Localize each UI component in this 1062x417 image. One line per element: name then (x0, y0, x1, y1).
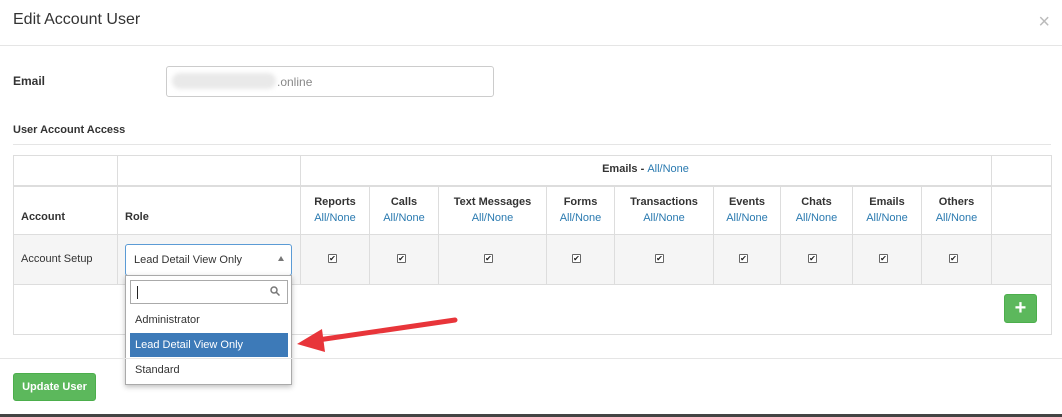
role-select-value: Lead Detail View Only (134, 254, 243, 266)
text-cursor (137, 286, 138, 299)
column-header-emails: Emails All/None (853, 194, 921, 226)
emails-group-header: Emails - All/None (300, 163, 991, 175)
role-select[interactable]: Lead Detail View Only (125, 244, 292, 276)
modal-header: Edit Account User × (0, 0, 1062, 46)
column-header-role: Role (125, 211, 149, 223)
column-header-others: Others All/None (922, 194, 991, 226)
column-all-none-link[interactable]: All/None (615, 210, 713, 226)
column-all-none-link[interactable]: All/None (853, 210, 921, 226)
role-option-standard[interactable]: Standard (130, 358, 288, 382)
reports-checkbox[interactable]: ✔ (328, 254, 337, 263)
column-label: Transactions (630, 196, 698, 208)
column-header-calls: Calls All/None (370, 194, 438, 226)
column-label: Calls (390, 196, 418, 208)
role-option-administrator[interactable]: Administrator (130, 308, 288, 332)
column-all-none-link[interactable]: All/None (714, 210, 780, 226)
column-header-forms: Forms All/None (547, 194, 614, 226)
column-label: Others (938, 196, 975, 208)
column-label: Text Messages (453, 196, 532, 208)
table-divider (13, 234, 1052, 235)
modal-title: Edit Account User (13, 11, 141, 28)
role-dropdown: Administrator Lead Detail View Only Stan… (125, 275, 292, 385)
section-divider (13, 144, 1051, 145)
transactions-checkbox[interactable]: ✔ (655, 254, 664, 263)
column-header-reports: Reports All/None (301, 194, 369, 226)
chevron-up-icon (278, 256, 284, 261)
calls-checkbox[interactable]: ✔ (397, 254, 406, 263)
forms-checkbox[interactable]: ✔ (572, 254, 581, 263)
column-all-none-link[interactable]: All/None (439, 210, 546, 226)
emails-group-all-none-link[interactable]: All/None (647, 163, 689, 175)
role-option-lead-detail-view-only[interactable]: Lead Detail View Only (130, 333, 288, 357)
column-all-none-link[interactable]: All/None (301, 210, 369, 226)
column-label: Forms (563, 196, 598, 208)
column-label: Chats (801, 196, 832, 208)
column-all-none-link[interactable]: All/None (781, 210, 852, 226)
text-messages-checkbox[interactable]: ✔ (484, 254, 493, 263)
footer-divider (0, 358, 1062, 359)
column-header-chats: Chats All/None (781, 194, 852, 226)
table-divider (991, 155, 992, 285)
add-row-button[interactable]: + (1004, 294, 1037, 323)
events-checkbox[interactable]: ✔ (739, 254, 748, 263)
account-name-cell: Account Setup (21, 253, 93, 265)
column-label: Reports (314, 196, 356, 208)
column-all-none-link[interactable]: All/None (370, 210, 438, 226)
update-user-button[interactable]: Update User (13, 373, 96, 401)
others-checkbox[interactable]: ✔ (949, 254, 958, 263)
column-label: Events (728, 196, 766, 208)
table-divider (117, 155, 118, 285)
chats-checkbox[interactable]: ✔ (808, 254, 817, 263)
search-icon (270, 286, 280, 296)
column-header-account: Account (21, 211, 65, 223)
column-header-transactions: Transactions All/None (615, 194, 713, 226)
section-heading-user-account-access: User Account Access (13, 124, 126, 136)
column-header-text-messages: Text Messages All/None (439, 194, 546, 226)
redacted-email-blur (172, 73, 276, 89)
column-header-events: Events All/None (714, 194, 780, 226)
column-label: Emails (869, 196, 905, 208)
column-all-none-link[interactable]: All/None (547, 210, 614, 226)
emails-group-label: Emails - (602, 163, 648, 175)
column-all-none-link[interactable]: All/None (922, 210, 991, 226)
email-label: Email (13, 74, 46, 88)
emails-checkbox[interactable]: ✔ (879, 254, 888, 263)
table-divider (13, 186, 1052, 187)
close-icon[interactable]: × (1038, 12, 1050, 32)
role-search-input[interactable] (130, 280, 288, 304)
